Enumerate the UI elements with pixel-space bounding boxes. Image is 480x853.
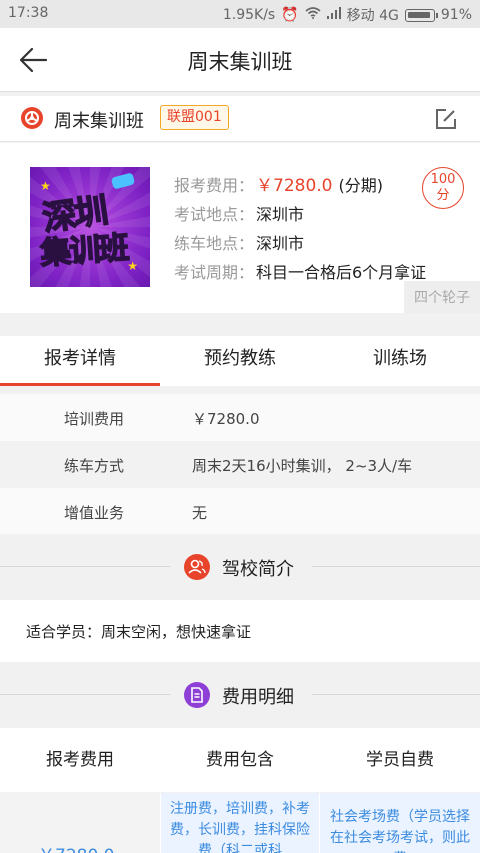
fee-value: ￥7280.0 <box>256 176 333 196</box>
status-indicators: 1.95K/s ⏰ 移动 4G 91% <box>223 5 472 25</box>
top-navigation-bar: 周末集训班 <box>0 28 480 92</box>
tab-book-coach[interactable]: 预约教练 <box>160 336 320 386</box>
exam-place-value: 深圳市 <box>256 204 305 224</box>
exam-place-label: 考试地点： <box>174 204 255 224</box>
fee-cell-self-pay: 社会考场费（学员选择在社会考场考试，则此费 <box>320 793 480 853</box>
watermark: 四个轮子 <box>404 281 480 313</box>
exam-period-label: 考试周期： <box>174 262 255 282</box>
exam-period-row: 考试周期： 科目一合格后6个月拿证 <box>174 256 426 285</box>
practice-place-label: 练车地点： <box>174 233 255 253</box>
detail-value: 无 <box>192 504 208 522</box>
status-time: 17:38 <box>8 5 49 21</box>
course-summary-card: ★ ★ 深圳 集训班 报考费用： ￥7280.0 (分期) 考试地点： 深圳市 … <box>0 143 480 313</box>
exam-period-value: 科目一合格后6个月拿证 <box>256 262 427 282</box>
battery-percent: 91% <box>440 7 472 23</box>
edit-icon[interactable] <box>434 107 458 131</box>
fee-column-header: 学员自费 <box>366 750 434 770</box>
detail-tabs: 报考详情 预约教练 训练场 <box>0 336 480 386</box>
fee-table-header: 报考费用 费用包含 学员自费 <box>0 728 480 792</box>
fee-breakdown-title: 费用明细 <box>222 687 294 708</box>
school-intro-body: 适合学员：周末空闲，想快速拿证 <box>0 600 480 662</box>
tab-training-ground[interactable]: 训练场 <box>320 336 480 386</box>
fee-cell-price: ￥7280.0 <box>0 793 160 853</box>
fee-breakdown-header: 费用明细 <box>0 662 480 728</box>
people-icon <box>184 554 210 580</box>
detail-row-value-added: 增值业务 无 <box>0 488 480 535</box>
fee-installment-note: (分期) <box>338 175 383 195</box>
score-value: 100 <box>430 172 456 187</box>
document-icon <box>184 682 210 708</box>
fee-column-header: 费用包含 <box>206 750 274 770</box>
cover-text-line2: 集训班 <box>38 229 129 272</box>
carrier: 移动 4G <box>346 8 399 24</box>
course-cover-image[interactable]: ★ ★ 深圳 集训班 <box>30 167 150 287</box>
alliance-badge: 联盟001 <box>160 105 229 130</box>
wifi-icon <box>305 7 321 23</box>
signal-icon <box>326 7 341 23</box>
school-name: 周末集训班 <box>54 111 144 132</box>
score-stamp: 100 分 <box>422 167 464 209</box>
tab-enroll-details[interactable]: 报考详情 <box>0 336 160 386</box>
detail-row-practice-mode: 练车方式 周末2天16小时集训， 2~3人/车 <box>0 441 480 488</box>
detail-value: ￥7280.0 <box>192 410 260 428</box>
detail-label: 增值业务 <box>64 504 125 522</box>
fee-table-row: ￥7280.0 注册费，培训费，补考费，长训费，挂科保险费（科二或科 社会考场费… <box>0 793 480 853</box>
battery-icon <box>404 8 438 22</box>
star-icon: ★ <box>127 259 138 273</box>
practice-place-value: 深圳市 <box>256 233 305 253</box>
fee-price-value: ￥7280.0 <box>38 841 114 853</box>
score-unit: 分 <box>436 188 450 203</box>
school-logo-icon <box>20 106 44 130</box>
fee-label: 报考费用： <box>174 175 255 195</box>
detail-value: 周末2天16小时集训， 2~3人/车 <box>192 457 413 475</box>
school-intro-header: 驾校简介 <box>0 534 480 600</box>
detail-label: 培训费用 <box>64 410 125 428</box>
fee-cell-includes: 注册费，培训费，补考费，长训费，挂科保险费（科二或科 <box>161 793 319 853</box>
exam-place-row: 考试地点： 深圳市 <box>174 198 426 227</box>
status-bar: 17:38 1.95K/s ⏰ 移动 4G 91% <box>0 0 480 28</box>
school-header: 周末集训班 联盟001 <box>0 96 480 142</box>
network-speed: 1.95K/s <box>222 7 276 23</box>
page-title: 周末集训班 <box>187 50 293 74</box>
detail-row-training-fee: 培训费用 ￥7280.0 <box>0 394 480 441</box>
school-intro-title: 驾校简介 <box>222 559 294 580</box>
practice-place-row: 练车地点： 深圳市 <box>174 227 426 256</box>
course-info: 报考费用： ￥7280.0 (分期) 考试地点： 深圳市 练车地点： 深圳市 考… <box>174 169 426 285</box>
fee-row: 报考费用： ￥7280.0 (分期) <box>174 169 426 198</box>
fee-column-header: 报考费用 <box>46 750 114 770</box>
detail-label: 练车方式 <box>64 457 125 475</box>
school-intro-text: 适合学员：周末空闲，想快速拿证 <box>26 623 252 641</box>
alarm-icon: ⏰ <box>281 7 299 23</box>
